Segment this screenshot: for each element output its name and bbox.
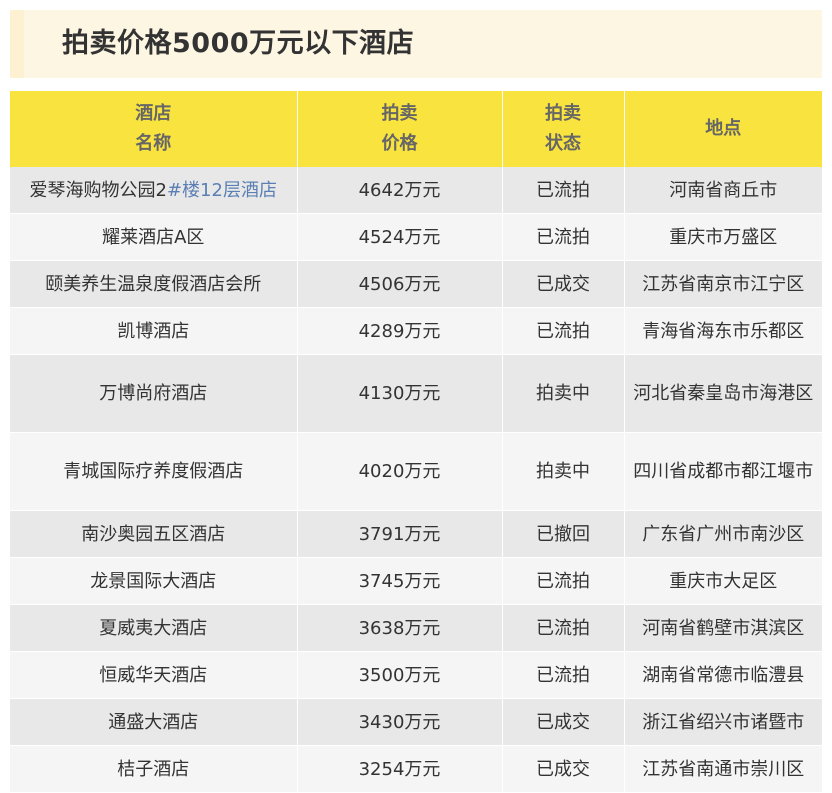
cell-price: 4289万元: [297, 307, 503, 355]
header-price: 拍卖 价格: [297, 91, 503, 167]
table-header-row: 酒店 名称 拍卖 价格 拍卖 状态 地点: [10, 91, 822, 167]
cell-status: 已流拍: [502, 557, 625, 605]
cell-location: 四川省成都市都江堰市: [624, 432, 822, 511]
hotel-name-text: 爱琴海购物公园2: [29, 179, 167, 201]
cell-hotel-name: 龙景国际大酒店: [10, 557, 298, 605]
cell-price: 3638万元: [297, 604, 503, 652]
hotel-name-text: 万博尚府酒店: [99, 383, 208, 404]
cell-location: 河南省商丘市: [624, 167, 822, 214]
cell-status: 已成交: [502, 260, 625, 308]
header-location: 地点: [624, 91, 822, 167]
cell-location: 河南省鹤壁市淇滨区: [624, 604, 822, 652]
cell-status: 已流拍: [502, 651, 625, 699]
hotel-name-text: 夏威夷大酒店: [99, 617, 208, 639]
table-row: 万博尚府酒店 4130万元 拍卖中 河北省秦皇岛市海港区: [10, 354, 822, 433]
cell-hotel-name: 桔子酒店: [10, 745, 298, 793]
cell-location: 重庆市大足区: [624, 557, 822, 605]
cell-price: 3430万元: [297, 698, 503, 746]
header-hotel-name: 酒店 名称: [10, 91, 298, 167]
table-body: 爱琴海购物公园2#楼12层酒店 4642万元 已流拍 河南省商丘市 耀莱酒店A区 4524…: [10, 167, 822, 793]
cell-location: 重庆市万盛区: [624, 213, 822, 261]
table-row: 凯博酒店 4289万元 已流拍 青海省海东市乐都区: [10, 307, 822, 355]
table-row: 颐美养生温泉度假酒店会所 4506万元 已成交 江苏省南京市江宁区: [10, 260, 822, 308]
cell-location: 江苏省南通市崇川区: [624, 745, 822, 793]
cell-status: 已流拍: [502, 307, 625, 355]
cell-hotel-name: 万博尚府酒店: [10, 354, 298, 433]
cell-price: 4130万元: [297, 354, 503, 433]
cell-price: 3791万元: [297, 510, 503, 558]
hotel-name-text: 通盛大酒店: [108, 711, 199, 733]
cell-status: 已成交: [502, 745, 625, 793]
cell-hotel-name: 爱琴海购物公园2#楼12层酒店: [10, 167, 298, 214]
cell-location: 广东省广州市南沙区: [624, 510, 822, 558]
cell-status: 已流拍: [502, 167, 625, 214]
hotel-name-text: 凯博酒店: [117, 320, 190, 342]
cell-location: 河北省秦皇岛市海港区: [624, 354, 822, 433]
cell-price: 3254万元: [297, 745, 503, 793]
header-status: 拍卖 状态: [502, 91, 625, 167]
table-row: 南沙奥园五区酒店 3791万元 已撤回 广东省广州市南沙区: [10, 510, 822, 558]
table-row: 夏威夷大酒店 3638万元 已流拍 河南省鹤壁市淇滨区: [10, 604, 822, 652]
hotel-name-text: 南沙奥园五区酒店: [81, 523, 226, 545]
hotel-auction-table: 酒店 名称 拍卖 价格 拍卖 状态 地点 爱琴海购物公园2#楼12层酒店 4642…: [10, 91, 822, 793]
cell-hotel-name: 恒威华天酒店: [10, 651, 298, 699]
cell-price: 4506万元: [297, 260, 503, 308]
cell-status: 拍卖中: [502, 432, 625, 511]
table-row: 耀莱酒店A区 4524万元 已流拍 重庆市万盛区: [10, 213, 822, 261]
hotel-name-text: 青城国际疗养度假酒店: [63, 461, 244, 482]
page-title: 拍卖价格5000万元以下酒店: [62, 28, 415, 59]
cell-status: 拍卖中: [502, 354, 625, 433]
cell-location: 青海省海东市乐都区: [624, 307, 822, 355]
table-row: 龙景国际大酒店 3745万元 已流拍 重庆市大足区: [10, 557, 822, 605]
cell-status: 已流拍: [502, 213, 625, 261]
cell-hotel-name: 通盛大酒店: [10, 698, 298, 746]
hotel-name-text: 颐美养生温泉度假酒店会所: [45, 273, 262, 295]
cell-hotel-name: 凯博酒店: [10, 307, 298, 355]
cell-location: 湖南省常德市临澧县: [624, 651, 822, 699]
table-row: 爱琴海购物公园2#楼12层酒店 4642万元 已流拍 河南省商丘市: [10, 167, 822, 214]
cell-location: 江苏省南京市江宁区: [624, 260, 822, 308]
hotel-name-link[interactable]: #楼12层酒店: [167, 180, 277, 201]
table-row: 通盛大酒店 3430万元 已成交 浙江省绍兴市诸暨市: [10, 698, 822, 746]
cell-location: 浙江省绍兴市诸暨市: [624, 698, 822, 746]
hotel-name-text: 耀莱酒店A区: [102, 226, 205, 248]
hotel-name-text: 桔子酒店: [117, 758, 190, 780]
cell-price: 3745万元: [297, 557, 503, 605]
cell-hotel-name: 青城国际疗养度假酒店: [10, 432, 298, 511]
title-bar: 拍卖价格5000万元以下酒店: [10, 10, 822, 78]
hotel-name-text: 恒威华天酒店: [99, 664, 208, 686]
cell-status: 已撤回: [502, 510, 625, 558]
cell-price: 4642万元: [297, 167, 503, 214]
table-row: 青城国际疗养度假酒店 4020万元 拍卖中 四川省成都市都江堰市: [10, 432, 822, 511]
table-row: 桔子酒店 3254万元 已成交 江苏省南通市崇川区: [10, 745, 822, 793]
cell-status: 已成交: [502, 698, 625, 746]
table-row: 恒威华天酒店 3500万元 已流拍 湖南省常德市临澧县: [10, 651, 822, 699]
cell-status: 已流拍: [502, 604, 625, 652]
cell-hotel-name: 夏威夷大酒店: [10, 604, 298, 652]
cell-hotel-name: 南沙奥园五区酒店: [10, 510, 298, 558]
cell-price: 4020万元: [297, 432, 503, 511]
hotel-name-text: 龙景国际大酒店: [90, 570, 217, 592]
cell-hotel-name: 耀莱酒店A区: [10, 213, 298, 261]
cell-price: 4524万元: [297, 213, 503, 261]
cell-hotel-name: 颐美养生温泉度假酒店会所: [10, 260, 298, 308]
cell-price: 3500万元: [297, 651, 503, 699]
